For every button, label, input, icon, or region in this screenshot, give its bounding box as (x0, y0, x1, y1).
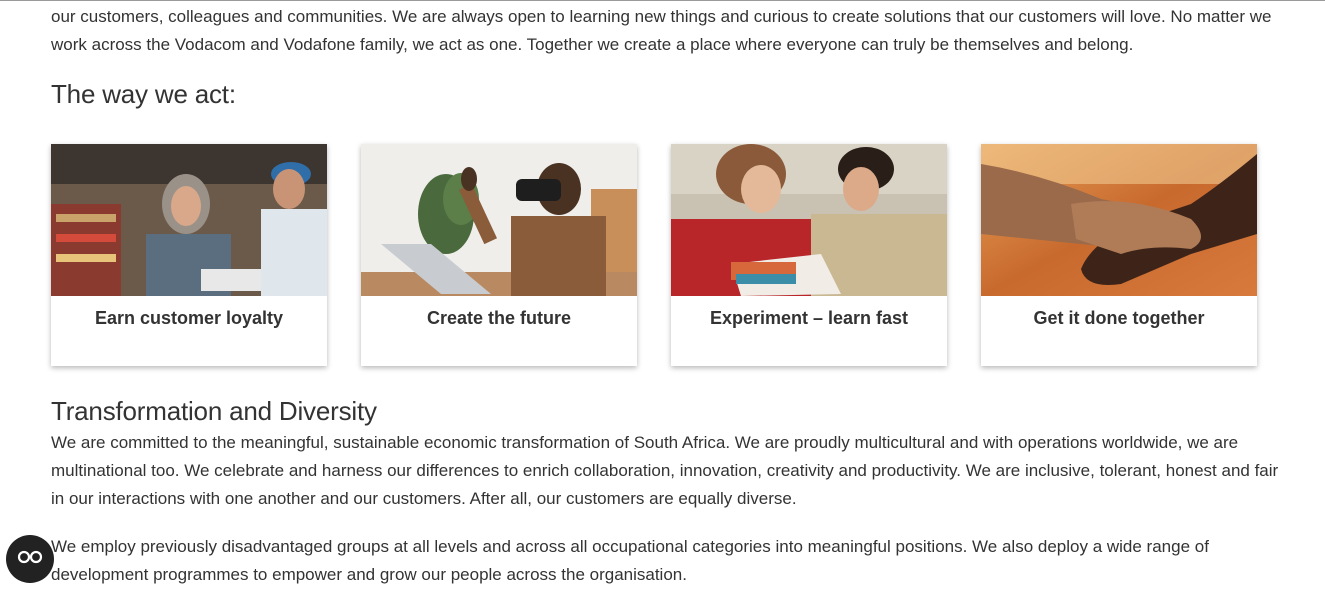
card-get-it-done-together[interactable]: Get it done together (981, 144, 1257, 366)
card-image-customers-shopping (51, 144, 327, 296)
section-title-way-we-act: The way we act: (51, 79, 236, 109)
accessibility-button[interactable] (6, 535, 54, 583)
section-title-transformation: Transformation and Diversity (51, 396, 377, 426)
card-experiment-learn-fast[interactable]: Experiment – learn fast (671, 144, 947, 366)
intro-paragraph: our customers, colleagues and communitie… (51, 7, 1272, 54)
card-label: Experiment – learn fast (709, 308, 909, 328)
card-image-people-reading (671, 144, 947, 296)
card-label: Create the future (426, 308, 572, 328)
card-image-vr-headset (361, 144, 637, 296)
card-create-the-future[interactable]: Create the future (361, 144, 637, 366)
card-label: Earn customer loyalty (94, 308, 284, 328)
card-label: Get it done together (1033, 308, 1205, 328)
card-earn-customer-loyalty[interactable]: Earn customer loyalty (51, 144, 327, 366)
card-image-holding-hands (981, 144, 1257, 296)
employment-paragraph: We employ previously disadvantaged group… (51, 537, 1209, 584)
transformation-paragraph: We are committed to the meaningful, sust… (51, 433, 1279, 508)
top-divider (0, 0, 1325, 1)
values-cards: Earn customer loyalty Create the future … (51, 144, 1257, 366)
accessibility-glasses-icon (17, 549, 43, 570)
